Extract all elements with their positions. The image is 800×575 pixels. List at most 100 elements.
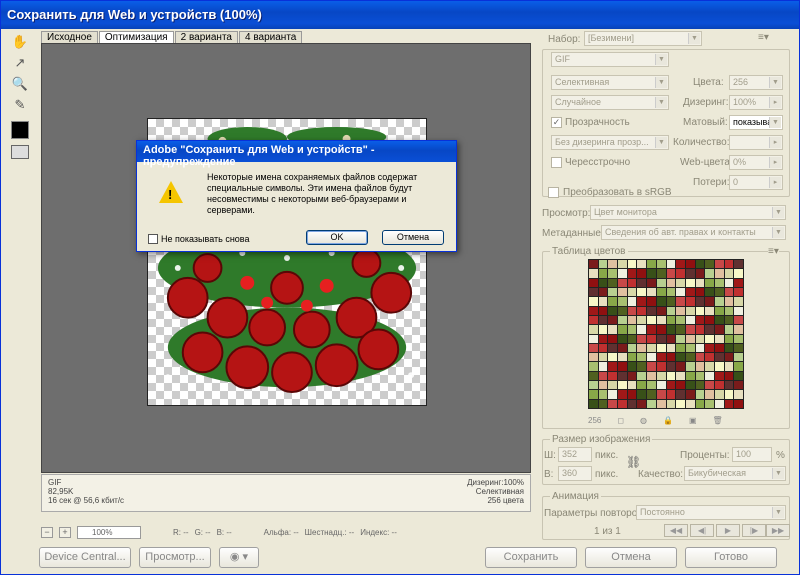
- color-swatch[interactable]: [705, 353, 714, 362]
- color-swatch[interactable]: [676, 399, 685, 408]
- color-swatch[interactable]: [695, 371, 705, 381]
- color-swatch[interactable]: [598, 325, 608, 334]
- color-swatch[interactable]: [724, 343, 734, 353]
- metadata-select[interactable]: Сведения об авт. правах и контакты ▼: [601, 225, 786, 240]
- percent-field[interactable]: 100: [732, 447, 772, 462]
- color-swatch[interactable]: [714, 306, 724, 315]
- prev-frame-button[interactable]: ◀|: [690, 524, 714, 537]
- color-swatch[interactable]: [724, 390, 734, 399]
- color-swatch[interactable]: [608, 353, 618, 362]
- color-swatch[interactable]: [637, 353, 647, 362]
- color-swatch[interactable]: [685, 278, 695, 287]
- color-swatch[interactable]: [714, 269, 724, 278]
- color-swatch[interactable]: [695, 287, 705, 297]
- color-swatch[interactable]: [714, 315, 724, 325]
- color-swatch[interactable]: [714, 399, 724, 408]
- color-swatch[interactable]: [647, 343, 656, 353]
- web-shift-icon[interactable]: ◻: [617, 416, 624, 425]
- color-swatch[interactable]: [724, 353, 734, 362]
- color-swatch[interactable]: [656, 287, 666, 297]
- eyedropper-icon[interactable]: ✎: [9, 95, 31, 115]
- color-swatch[interactable]: [695, 343, 705, 353]
- color-swatch[interactable]: [676, 343, 685, 353]
- color-swatch[interactable]: [676, 260, 685, 269]
- color-swatch[interactable]: [695, 399, 705, 408]
- color-table-grid[interactable]: [588, 259, 744, 409]
- color-swatch[interactable]: [598, 278, 608, 287]
- color-swatch[interactable]: [637, 315, 647, 325]
- color-swatch[interactable]: [714, 381, 724, 390]
- color-swatch[interactable]: [724, 315, 734, 325]
- color-swatch[interactable]: [676, 334, 685, 343]
- color-swatch[interactable]: [734, 269, 743, 278]
- color-swatch[interactable]: [598, 297, 608, 306]
- color-swatch[interactable]: [676, 287, 685, 297]
- color-swatch[interactable]: [734, 306, 743, 315]
- color-swatch[interactable]: [705, 269, 714, 278]
- color-swatch[interactable]: [647, 315, 656, 325]
- color-swatch[interactable]: [724, 297, 734, 306]
- loop-select[interactable]: Постоянно ▼: [636, 505, 786, 520]
- color-swatch[interactable]: [637, 306, 647, 315]
- color-swatch[interactable]: [705, 297, 714, 306]
- color-swatch[interactable]: [685, 353, 695, 362]
- preset-select[interactable]: [Безимени] ▼: [584, 31, 702, 46]
- color-swatch[interactable]: [734, 399, 743, 408]
- color-swatch[interactable]: [724, 269, 734, 278]
- color-swatch[interactable]: [666, 297, 676, 306]
- matte-select[interactable]: показыва ▼: [729, 115, 783, 130]
- color-swatch[interactable]: [627, 278, 637, 287]
- color-swatch[interactable]: [724, 399, 734, 408]
- color-swatch[interactable]: [647, 297, 656, 306]
- reduction-select[interactable]: Селективная ▼: [551, 75, 669, 90]
- device-central-button[interactable]: Device Central...: [39, 547, 131, 568]
- color-swatch[interactable]: [676, 362, 685, 371]
- color-swatch[interactable]: [685, 297, 695, 306]
- color-swatch[interactable]: [647, 325, 656, 334]
- color-swatch[interactable]: [695, 390, 705, 399]
- color-swatch[interactable]: [656, 390, 666, 399]
- save-button[interactable]: Сохранить: [485, 547, 577, 568]
- color-swatch[interactable]: [627, 334, 637, 343]
- color-swatch[interactable]: [724, 287, 734, 297]
- color-swatch[interactable]: [608, 315, 618, 325]
- color-swatch[interactable]: [608, 260, 618, 269]
- eyedropper-color-swatch[interactable]: [11, 121, 29, 139]
- color-swatch[interactable]: [676, 371, 685, 381]
- color-swatch[interactable]: [676, 269, 685, 278]
- color-swatch[interactable]: [598, 334, 608, 343]
- browser-preview-button[interactable]: ◉ ▾: [219, 547, 259, 568]
- color-swatch[interactable]: [618, 306, 627, 315]
- color-swatch[interactable]: [637, 278, 647, 287]
- color-swatch[interactable]: [695, 353, 705, 362]
- color-swatch[interactable]: [637, 343, 647, 353]
- slice-select-icon[interactable]: ↗: [9, 53, 31, 73]
- color-swatch[interactable]: [714, 371, 724, 381]
- color-swatch[interactable]: [734, 278, 743, 287]
- color-swatch[interactable]: [647, 334, 656, 343]
- color-swatch[interactable]: [676, 381, 685, 390]
- color-swatch[interactable]: [714, 287, 724, 297]
- color-swatch[interactable]: [618, 362, 627, 371]
- color-swatch[interactable]: [724, 371, 734, 381]
- color-swatch[interactable]: [656, 306, 666, 315]
- color-swatch[interactable]: [656, 399, 666, 408]
- dither-algo-select[interactable]: Случайное ▼: [551, 95, 669, 110]
- color-swatch[interactable]: [695, 362, 705, 371]
- color-swatch[interactable]: [676, 325, 685, 334]
- color-swatch[interactable]: [666, 362, 676, 371]
- color-swatch[interactable]: [734, 362, 743, 371]
- color-swatch[interactable]: [685, 269, 695, 278]
- color-swatch[interactable]: [666, 306, 676, 315]
- color-swatch[interactable]: [637, 287, 647, 297]
- color-swatch[interactable]: [647, 362, 656, 371]
- color-swatch[interactable]: [637, 399, 647, 408]
- color-swatch[interactable]: [705, 362, 714, 371]
- color-swatch[interactable]: [666, 353, 676, 362]
- color-swatch[interactable]: [656, 343, 666, 353]
- color-swatch[interactable]: [618, 287, 627, 297]
- color-swatch[interactable]: [685, 334, 695, 343]
- color-swatch[interactable]: [627, 390, 637, 399]
- color-swatch[interactable]: [627, 315, 637, 325]
- color-swatch[interactable]: [589, 260, 598, 269]
